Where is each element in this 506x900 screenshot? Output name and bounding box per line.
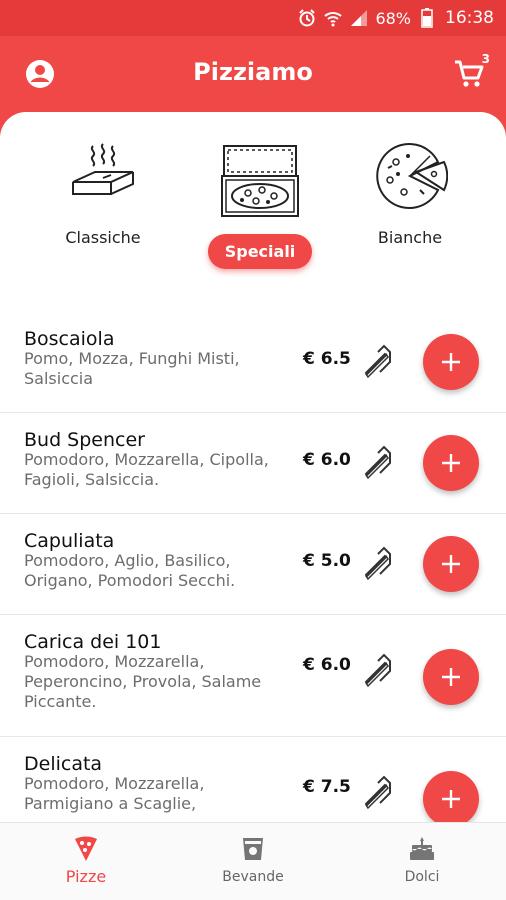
content-sheet: Classiche Speciali Bianche Boscaiola Pom… bbox=[0, 112, 506, 822]
pizza-price: € 7.5 bbox=[303, 777, 351, 797]
category-label-selected: Speciali bbox=[207, 234, 313, 269]
pizza-description: Pomodoro, Mozzarella, Peperoncino, Provo… bbox=[24, 652, 262, 711]
wifi-icon bbox=[323, 8, 343, 28]
pizza-name: Capuliata bbox=[24, 530, 115, 552]
plus-icon bbox=[442, 454, 460, 472]
pizza-price: € 6.0 bbox=[303, 450, 351, 470]
battery-icon bbox=[417, 8, 437, 28]
pizza-cutter-icon[interactable] bbox=[362, 342, 402, 382]
cart-count-badge: 3 bbox=[481, 52, 490, 66]
drink-icon bbox=[243, 838, 263, 860]
status-bar: 68% 16:38 bbox=[0, 0, 506, 36]
nav-label: Bevande bbox=[222, 869, 284, 885]
pizza-icon bbox=[75, 836, 97, 861]
add-button[interactable] bbox=[423, 536, 479, 592]
bottom-navigation: Pizze Bevande Dolci bbox=[0, 822, 506, 900]
pizza-price: € 5.0 bbox=[303, 551, 351, 571]
nav-label: Dolci bbox=[404, 869, 440, 885]
pizza-price: € 6.5 bbox=[303, 349, 351, 369]
plus-icon bbox=[442, 790, 460, 808]
pizza-name: Delicata bbox=[24, 753, 103, 775]
list-item: Bud Spencer Pomodoro, Mozzarella, Cipoll… bbox=[0, 413, 506, 514]
pizza-name: Boscaiola bbox=[24, 328, 115, 350]
pizza-cutter-icon[interactable] bbox=[362, 544, 402, 584]
clock: 16:38 bbox=[445, 8, 494, 28]
category-label: Bianche bbox=[377, 228, 443, 247]
plus-icon bbox=[442, 555, 460, 573]
plus-icon bbox=[442, 353, 460, 371]
pizza-description: Pomo, Mozza, Funghi Misti, Salsiccia bbox=[24, 349, 240, 388]
category-selector: Classiche Speciali Bianche bbox=[0, 112, 506, 307]
nav-tab-dolci[interactable]: Dolci bbox=[362, 835, 482, 885]
pizza-slice-icon bbox=[376, 143, 448, 209]
list-item: Boscaiola Pomo, Mozza, Funghi Misti, Sal… bbox=[0, 312, 506, 413]
pizza-cutter-icon[interactable] bbox=[362, 651, 402, 691]
pizza-description: Pomodoro, Aglio, Basilico, Origano, Pomo… bbox=[24, 551, 236, 590]
category-speciali[interactable]: Speciali bbox=[190, 140, 330, 269]
add-button[interactable] bbox=[423, 435, 479, 491]
add-button[interactable] bbox=[423, 649, 479, 705]
cake-icon bbox=[410, 837, 434, 860]
list-item: Carica dei 101 Pomodoro, Mozzarella, Pep… bbox=[0, 615, 506, 737]
battery-percentage: 68% bbox=[375, 8, 411, 28]
pizza-list: Boscaiola Pomo, Mozza, Funghi Misti, Sal… bbox=[0, 312, 506, 822]
nav-tab-pizze[interactable]: Pizze bbox=[26, 835, 146, 886]
pizza-cutter-icon[interactable] bbox=[362, 443, 402, 483]
app-title: Pizziamo bbox=[193, 58, 313, 86]
pizza-description: Pomodoro, Mozzarella, Parmigiano a Scagl… bbox=[24, 774, 205, 813]
signal-icon bbox=[349, 8, 369, 28]
nav-tab-bevande[interactable]: Bevande bbox=[193, 835, 313, 885]
add-button[interactable] bbox=[423, 334, 479, 390]
category-classiche[interactable]: Classiche bbox=[33, 140, 173, 247]
pizza-name: Bud Spencer bbox=[24, 429, 145, 451]
nav-label: Pizze bbox=[65, 867, 107, 886]
pizza-box-open-icon bbox=[221, 145, 299, 217]
pizza-price: € 6.0 bbox=[303, 655, 351, 675]
pizza-name: Carica dei 101 bbox=[24, 631, 162, 653]
alarm-icon bbox=[297, 8, 317, 28]
list-item: Capuliata Pomodoro, Aglio, Basilico, Ori… bbox=[0, 514, 506, 615]
category-label: Classiche bbox=[65, 228, 141, 247]
category-bianche[interactable]: Bianche bbox=[340, 140, 480, 247]
list-item: Delicata Pomodoro, Mozzarella, Parmigian… bbox=[0, 737, 506, 822]
pizza-box-closed-icon bbox=[72, 143, 134, 195]
app-bar: Pizziamo 3 bbox=[0, 36, 506, 112]
plus-icon bbox=[442, 668, 460, 686]
pizza-description: Pomodoro, Mozzarella, Cipolla, Fagioli, … bbox=[24, 450, 269, 489]
add-button[interactable] bbox=[423, 771, 479, 822]
pizza-cutter-icon[interactable] bbox=[362, 773, 402, 813]
